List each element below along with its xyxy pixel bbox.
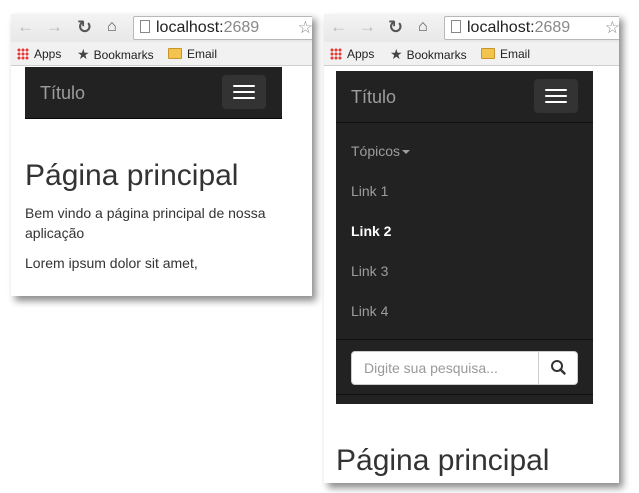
menu-link-3[interactable]: Link 3 — [351, 263, 388, 279]
hamburger-bar-icon — [233, 91, 255, 93]
menu-link-4[interactable]: Link 4 — [351, 303, 388, 319]
apps-grid-icon — [330, 48, 342, 60]
bookmark-email[interactable]: Email — [168, 42, 217, 66]
navbar: Título — [25, 67, 282, 119]
dropdown-topicos-label: Tópicos — [351, 143, 401, 159]
forward-arrow-icon[interactable]: → — [46, 16, 63, 38]
hamburger-bar-icon — [545, 95, 567, 97]
bookmark-star-icon[interactable]: ☆ — [295, 17, 312, 39]
folder-icon — [168, 48, 182, 59]
home-icon[interactable]: ⌂ — [418, 16, 428, 38]
navbar-brand[interactable]: Título — [40, 83, 85, 104]
page-title: Página principal — [25, 159, 239, 192]
bookmark-email-label: Email — [187, 47, 218, 61]
bookmark-bookmarks[interactable]: ★ Bookmarks — [77, 42, 154, 67]
menu-link-1[interactable]: Link 1 — [351, 183, 388, 199]
browser-toolbar: ← → ↻ ⌂ localhost:2689 ☆ — [324, 14, 619, 42]
url-host: localhost: — [467, 19, 535, 36]
hamburger-bar-icon — [545, 89, 567, 91]
search-button[interactable] — [538, 351, 578, 385]
caret-down-icon — [402, 150, 411, 154]
hamburger-bar-icon — [233, 97, 255, 99]
bookmarks-bar: Apps ★ Bookmarks Email — [324, 42, 619, 66]
dropdown-topicos[interactable]: Tópicos — [351, 143, 411, 159]
reload-icon[interactable]: ↻ — [77, 16, 92, 38]
menu-divider — [336, 339, 593, 340]
apps-grid-icon — [17, 48, 29, 60]
welcome-text: Bem vindo a página principal de nossa ap… — [25, 205, 266, 241]
hamburger-toggle-button[interactable] — [222, 75, 266, 109]
reload-icon[interactable]: ↻ — [388, 16, 403, 38]
star-icon: ★ — [390, 46, 403, 62]
search-icon — [551, 360, 566, 375]
star-icon: ★ — [77, 46, 90, 62]
bookmark-bookmarks-label: Bookmarks — [406, 48, 467, 62]
url-host: localhost: — [156, 19, 224, 36]
bookmark-bookmarks[interactable]: ★ Bookmarks — [390, 42, 467, 67]
search-input[interactable] — [351, 351, 539, 385]
screenshot-expanded-menu: ← → ↻ ⌂ localhost:2689 ☆ Apps ★ Bookmarks… — [324, 14, 619, 483]
url-port: 2689 — [534, 19, 571, 36]
bookmark-email-label: Email — [500, 47, 531, 61]
bookmark-apps-label: Apps — [347, 47, 375, 61]
navbar-brand[interactable]: Título — [351, 87, 396, 108]
back-arrow-icon[interactable]: ← — [17, 16, 34, 38]
back-arrow-icon[interactable]: ← — [330, 16, 347, 38]
bookmark-apps-label: Apps — [34, 47, 62, 61]
browser-toolbar: ← → ↻ ⌂ localhost:2689 ☆ — [11, 14, 312, 42]
bookmark-bookmarks-label: Bookmarks — [93, 48, 154, 62]
menu-divider — [336, 394, 593, 395]
folder-icon — [481, 48, 495, 59]
bookmark-email[interactable]: Email — [481, 42, 530, 66]
menu-link-2[interactable]: Link 2 — [351, 223, 391, 239]
page-title: Página principal — [336, 444, 550, 477]
page-icon — [140, 20, 150, 33]
navbar: Título — [336, 71, 593, 123]
bookmark-apps[interactable]: Apps — [17, 42, 61, 66]
bookmarks-bar: Apps ★ Bookmarks Email — [11, 42, 312, 66]
menu-divider — [336, 122, 593, 123]
forward-arrow-icon[interactable]: → — [359, 16, 376, 38]
hamburger-bar-icon — [545, 101, 567, 103]
hamburger-bar-icon — [233, 85, 255, 87]
bookmark-star-icon[interactable]: ☆ — [602, 17, 619, 39]
address-bar[interactable]: localhost:2689 ☆ — [133, 16, 312, 40]
bookmark-apps[interactable]: Apps — [330, 42, 374, 66]
page-icon — [451, 20, 461, 33]
hamburger-toggle-button[interactable] — [534, 79, 578, 113]
address-bar[interactable]: localhost:2689 ☆ — [444, 16, 619, 40]
home-icon[interactable]: ⌂ — [107, 16, 117, 38]
url-port: 2689 — [223, 19, 260, 36]
lorem-text: Lorem ipsum dolor sit amet, — [25, 255, 198, 271]
screenshot-collapsed-menu: ← → ↻ ⌂ localhost:2689 ☆ Apps ★ Bookmarks… — [11, 14, 312, 296]
